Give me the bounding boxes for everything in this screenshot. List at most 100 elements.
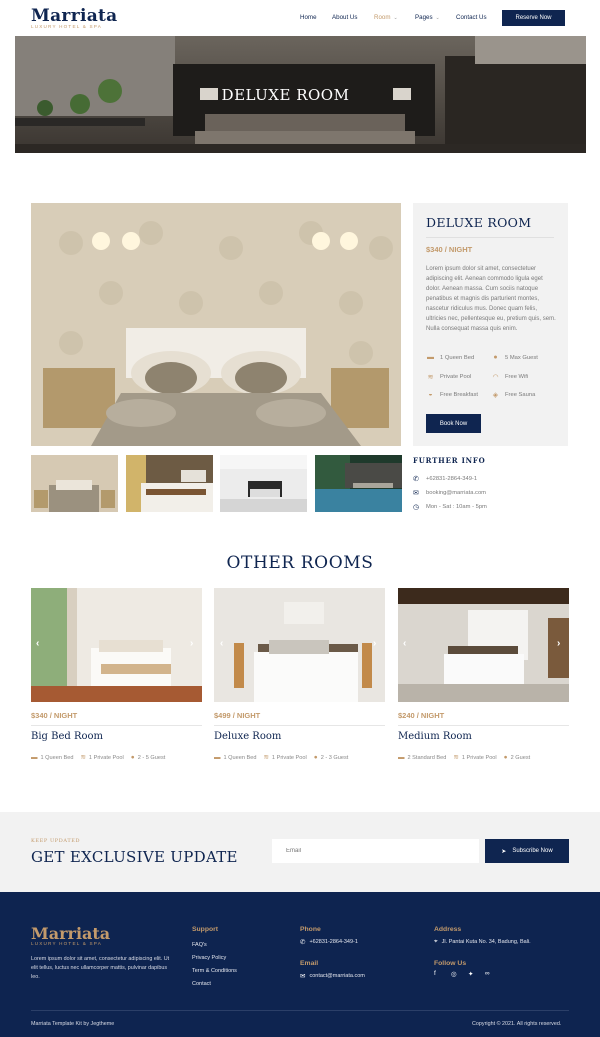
footer-link-faq[interactable]: FAQ's: [192, 942, 207, 948]
pool-icon: ≋: [263, 754, 269, 761]
chevron-down-icon: ⌄: [393, 15, 398, 21]
amenity-label: Free Sauna: [505, 392, 536, 398]
bed-icon: ▬: [427, 354, 434, 361]
feature-pool-label: 1 Private Pool: [271, 755, 307, 761]
divider: [31, 725, 202, 726]
feature-guests-label: 2 - 3 Guest: [320, 754, 349, 761]
pool-icon: ≋: [453, 754, 459, 761]
feature-pool-label: 1 Private Pool: [88, 755, 124, 761]
mail-icon: ✉: [413, 490, 419, 497]
feature-beds: ▬ 2 Standard Bed: [398, 754, 446, 761]
nav-room[interactable]: Room ⌄: [374, 14, 398, 21]
subscribe-button[interactable]: ➤ Subscribe Now: [485, 839, 569, 863]
room-card-image[interactable]: [214, 588, 385, 702]
feature-beds-label: 1 Queen Bed: [40, 754, 74, 761]
footer-email-text: contact@marriata.com: [309, 973, 365, 979]
footer-email[interactable]: ✉ contact@marriata.com: [300, 972, 365, 980]
nav-pages[interactable]: Pages ⌄: [415, 14, 440, 21]
info-email: ✉ booking@marriata.com: [413, 489, 486, 497]
guests-icon: ●: [503, 753, 508, 761]
amenity-item: ● 5 Max Guest: [491, 354, 538, 361]
footer-phone-text: +62831-2864-349-1: [309, 939, 358, 945]
prev-arrow-icon[interactable]: ‹: [403, 638, 406, 649]
logo[interactable]: Marriata: [31, 6, 118, 26]
feature-guests: ● 2 - 3 Guest: [314, 754, 349, 761]
further-info-title: FURTHER INFO: [413, 456, 486, 465]
bed-icon: ▬: [398, 753, 405, 761]
divider: [426, 237, 554, 238]
footer-credit: Marriata Template Kit by Jegtheme: [31, 1021, 115, 1027]
reserve-now-button[interactable]: Reserve Now: [502, 10, 565, 26]
thumbnail-4[interactable]: [315, 455, 402, 512]
footer-address-text: Jl. Pantai Kuta No. 34, Badung, Bali.: [441, 939, 531, 945]
guests-icon: ●: [130, 753, 135, 761]
follow-heading: Follow Us: [434, 960, 467, 967]
feature-guests: ● 2 Guest: [504, 754, 531, 761]
wifi-icon: ◠: [492, 374, 499, 381]
room-card-price: $499 / NIGHT: [214, 711, 261, 720]
footer-address: ⌖ Jl. Pantai Kuta No. 34, Badung, Bali.: [434, 938, 531, 946]
next-arrow-icon[interactable]: ›: [557, 638, 560, 649]
feature-pool: ≋ 1 Private Pool: [453, 753, 496, 761]
thumbnail-2[interactable]: [126, 455, 213, 512]
bed-icon: ▬: [214, 753, 221, 761]
room-card-name[interactable]: Medium Room: [398, 731, 472, 742]
footer-divider: [31, 1010, 569, 1011]
book-now-button[interactable]: Book Now: [426, 414, 481, 433]
mail-icon: ✉: [300, 973, 306, 980]
twitter-icon[interactable]: ✦: [468, 970, 473, 978]
pool-icon: ≋: [80, 754, 86, 761]
info-phone-text: +62831-2864-349-1: [426, 476, 478, 482]
nav-room-label: Room: [374, 14, 391, 21]
footer-link-privacy[interactable]: Privacy Policy: [192, 955, 226, 961]
amenity-item: ◠ Free Wifi: [491, 373, 528, 381]
next-arrow-icon[interactable]: ›: [190, 638, 193, 649]
room-card-name[interactable]: Big Bed Room: [31, 731, 103, 742]
amenity-item: ◒ Free Breakfast: [426, 391, 478, 398]
phone-heading: Phone: [300, 926, 321, 933]
room-card-features: ▬ 1 Queen Bed ≋ 1 Private Pool ● 2 - 3 Gues…: [214, 753, 349, 762]
footer-link-contact[interactable]: Contact: [192, 981, 211, 987]
facebook-icon[interactable]: f: [434, 970, 436, 977]
info-hours-text: Mon - Sat : 10am - 5pm: [426, 504, 487, 510]
amenity-label: 1 Queen Bed: [440, 354, 475, 361]
nav-about[interactable]: About Us: [332, 14, 357, 21]
nav-home[interactable]: Home: [300, 14, 317, 21]
thumbnail-3[interactable]: [220, 455, 307, 512]
tripadvisor-icon[interactable]: ∞: [485, 970, 490, 977]
room-card-image[interactable]: [31, 588, 202, 702]
nav-pages-label: Pages: [415, 14, 433, 21]
room-card-name[interactable]: Deluxe Room: [214, 731, 281, 742]
nav-contact[interactable]: Contact Us: [456, 14, 487, 21]
amenity-label: 5 Max Guest: [505, 354, 538, 361]
feature-guests-label: 2 Guest: [510, 754, 531, 761]
sauna-icon: ◈: [492, 392, 499, 399]
room-card-price: $340 / NIGHT: [31, 711, 78, 720]
address-heading: Address: [434, 926, 462, 933]
location-pin-icon: ⌖: [434, 938, 438, 945]
footer-link-terms[interactable]: Term & Conditions: [192, 968, 237, 974]
room-card-features: ▬ 2 Standard Bed ≋ 1 Private Pool ● 2 Guest: [398, 753, 531, 762]
footer-copyright: Copyright © 2021. All rights reserved.: [472, 1021, 562, 1027]
prev-arrow-icon[interactable]: ‹: [220, 638, 223, 649]
subscribe-button-label: Subscribe Now: [512, 848, 553, 854]
room-card-image[interactable]: [398, 588, 569, 702]
chevron-down-icon: ⌄: [435, 15, 440, 21]
instagram-icon[interactable]: ◎: [451, 970, 457, 978]
other-rooms-title: OTHER ROOMS: [226, 553, 374, 573]
feature-beds: ▬ 1 Queen Bed: [31, 754, 73, 761]
email-heading: Email: [300, 960, 319, 967]
divider: [398, 725, 569, 726]
info-email-text: booking@marriata.com: [426, 490, 487, 496]
next-arrow-icon[interactable]: ›: [373, 638, 376, 649]
email-field[interactable]: [272, 839, 479, 863]
room-card-features: ▬ 1 Queen Bed ≋ 1 Private Pool ● 2 - 5 Gues…: [31, 753, 165, 762]
room-description: Lorem ipsum dolor sit amet, consectetuer…: [426, 266, 556, 332]
thumbnail-1[interactable]: [31, 455, 118, 512]
feature-pool: ≋ 1 Private Pool: [80, 753, 123, 761]
guests-icon: ●: [313, 753, 318, 761]
prev-arrow-icon[interactable]: ‹: [36, 638, 39, 649]
feature-pool-label: 1 Private Pool: [461, 755, 497, 761]
subscribe-title: GET EXCLUSIVE UPDATE: [31, 848, 238, 866]
feature-beds: ▬ 1 Queen Bed: [214, 754, 256, 761]
